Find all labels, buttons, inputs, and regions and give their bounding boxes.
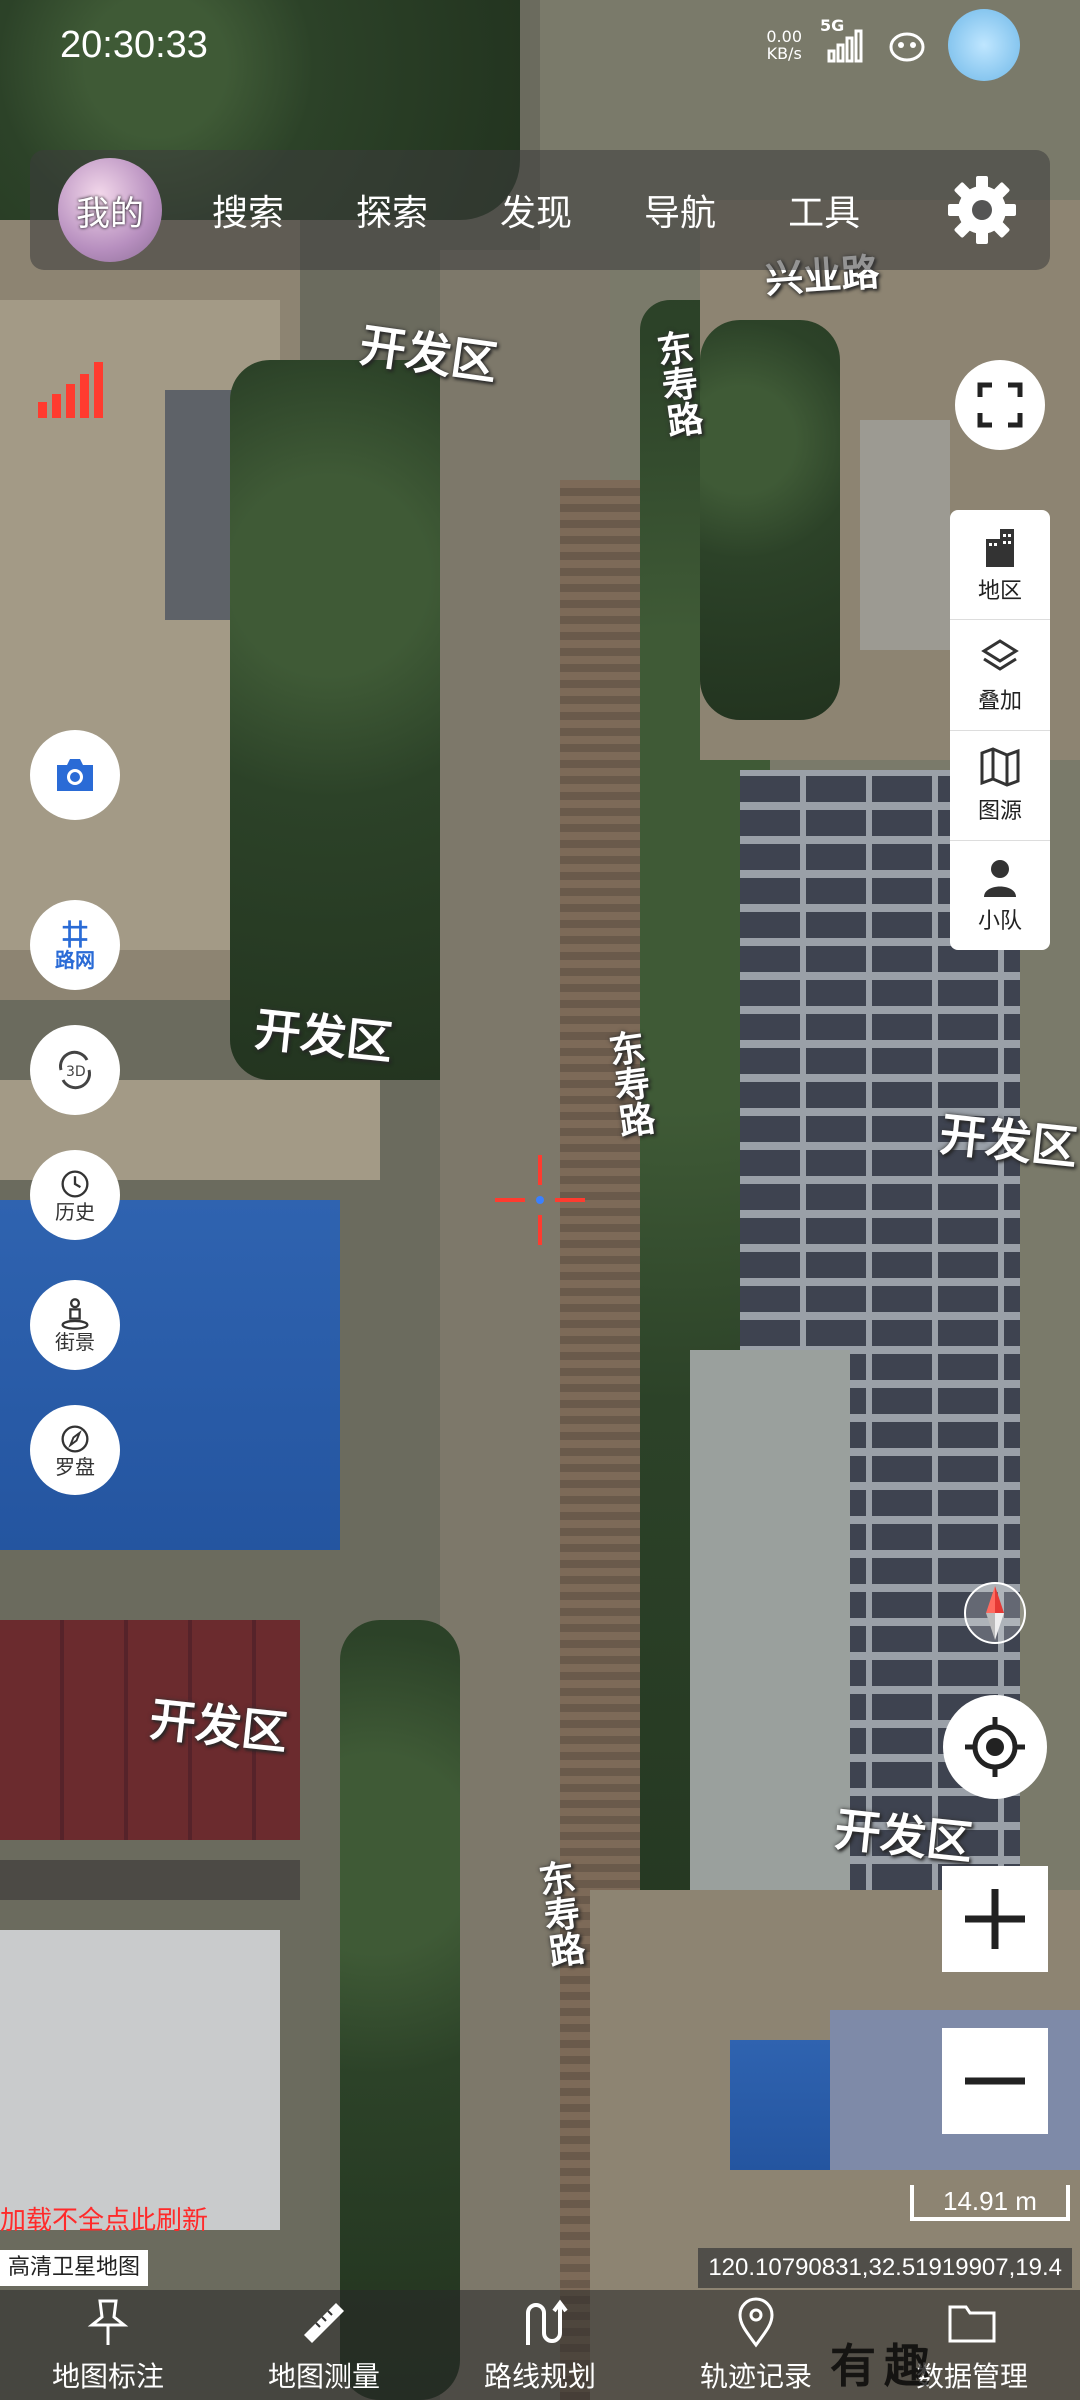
crosshair-icon bbox=[495, 1155, 585, 1245]
layer-region-button[interactable]: 地区 bbox=[950, 510, 1050, 621]
camera-icon bbox=[57, 759, 93, 791]
road-network-button[interactable]: 路网 bbox=[30, 900, 120, 990]
compass-tool-icon bbox=[61, 1425, 89, 1453]
signal-5g-icon: 5G bbox=[820, 16, 866, 68]
scale-label: 14.91 m bbox=[943, 2186, 1037, 2216]
ruler-icon bbox=[304, 2303, 344, 2343]
layer-overlay-button[interactable]: 叠加 bbox=[950, 620, 1050, 731]
compass-tool-button[interactable]: 罗盘 bbox=[30, 1405, 120, 1495]
fullscreen-button[interactable] bbox=[955, 360, 1045, 450]
fullscreen-icon bbox=[977, 382, 1023, 428]
refresh-hint-link[interactable]: 加载不全点此刷新 bbox=[0, 2200, 208, 2237]
scale-bar: 14.91 m bbox=[910, 2185, 1070, 2221]
route-planning-button[interactable]: 路线规划 bbox=[432, 2290, 648, 2400]
top-navigation: 我的 搜索 探索 发现 导航 工具 bbox=[30, 150, 1050, 270]
watermark: 有趣 bbox=[830, 2339, 938, 2393]
minus-icon bbox=[965, 2077, 1025, 2085]
3d-button[interactable]: 3D bbox=[30, 1025, 120, 1115]
zoom-in-button[interactable] bbox=[942, 1866, 1048, 1972]
map-type-label: 高清卫星地图 bbox=[0, 2250, 149, 2286]
map-measure-button[interactable]: 地图测量 bbox=[216, 2290, 432, 2400]
street-view-icon bbox=[61, 1298, 89, 1330]
layer-team-button[interactable]: 小队 bbox=[950, 841, 1050, 950]
history-button[interactable]: 历史 bbox=[30, 1150, 120, 1240]
plus-icon bbox=[965, 1889, 1025, 1949]
location-pin-icon bbox=[738, 2297, 774, 2348]
street-view-button[interactable]: 街景 bbox=[30, 1280, 120, 1370]
user-avatar-icon bbox=[948, 9, 1020, 81]
coordinates-readout: 120.10790831,32.51919907,19.4 bbox=[698, 2248, 1072, 2288]
pin-icon bbox=[87, 2299, 129, 2345]
person-icon bbox=[984, 860, 1016, 898]
status-indicators: 0.00 KB/s 5G bbox=[766, 9, 1020, 81]
map-annotation-button[interactable]: 地图标注 bbox=[0, 2290, 216, 2400]
status-bar: 20:30:33 0.00 KB/s 5G bbox=[0, 0, 1080, 90]
locate-icon bbox=[965, 1717, 1025, 1777]
route-icon bbox=[526, 2299, 568, 2345]
locate-button[interactable] bbox=[943, 1695, 1047, 1799]
nav-discover[interactable]: 发现 bbox=[500, 184, 572, 236]
camera-button[interactable] bbox=[30, 730, 120, 820]
net-speed: 0.00 KB/s bbox=[766, 27, 802, 63]
my-profile-button[interactable]: 我的 bbox=[58, 158, 162, 262]
building-icon bbox=[986, 528, 1014, 567]
compass-icon[interactable] bbox=[962, 1580, 1028, 1646]
clock-history-icon bbox=[61, 1170, 89, 1198]
svg-text:3D: 3D bbox=[66, 1064, 86, 1080]
nav-explore[interactable]: 探索 bbox=[356, 184, 428, 236]
nav-navigation[interactable]: 导航 bbox=[644, 184, 716, 236]
my-profile-label: 我的 bbox=[76, 193, 144, 234]
gear-icon[interactable] bbox=[942, 170, 1022, 250]
layer-source-button[interactable]: 图源 bbox=[950, 731, 1050, 841]
map-icon bbox=[980, 747, 1020, 787]
zoom-out-button[interactable] bbox=[942, 2028, 1048, 2134]
nav-search[interactable]: 搜索 bbox=[212, 184, 284, 236]
nav-tools[interactable]: 工具 bbox=[788, 184, 860, 236]
layer-panel: 地区 叠加 图源 小队 bbox=[950, 510, 1050, 950]
grid-icon bbox=[62, 920, 88, 948]
app-notification-icon bbox=[884, 22, 930, 68]
status-time: 20:30:33 bbox=[60, 23, 208, 66]
3d-rotate-icon: 3D bbox=[59, 1050, 91, 1090]
folder-icon bbox=[948, 2305, 996, 2343]
layers-icon bbox=[981, 639, 1019, 671]
signal-strength-icon bbox=[38, 362, 103, 418]
